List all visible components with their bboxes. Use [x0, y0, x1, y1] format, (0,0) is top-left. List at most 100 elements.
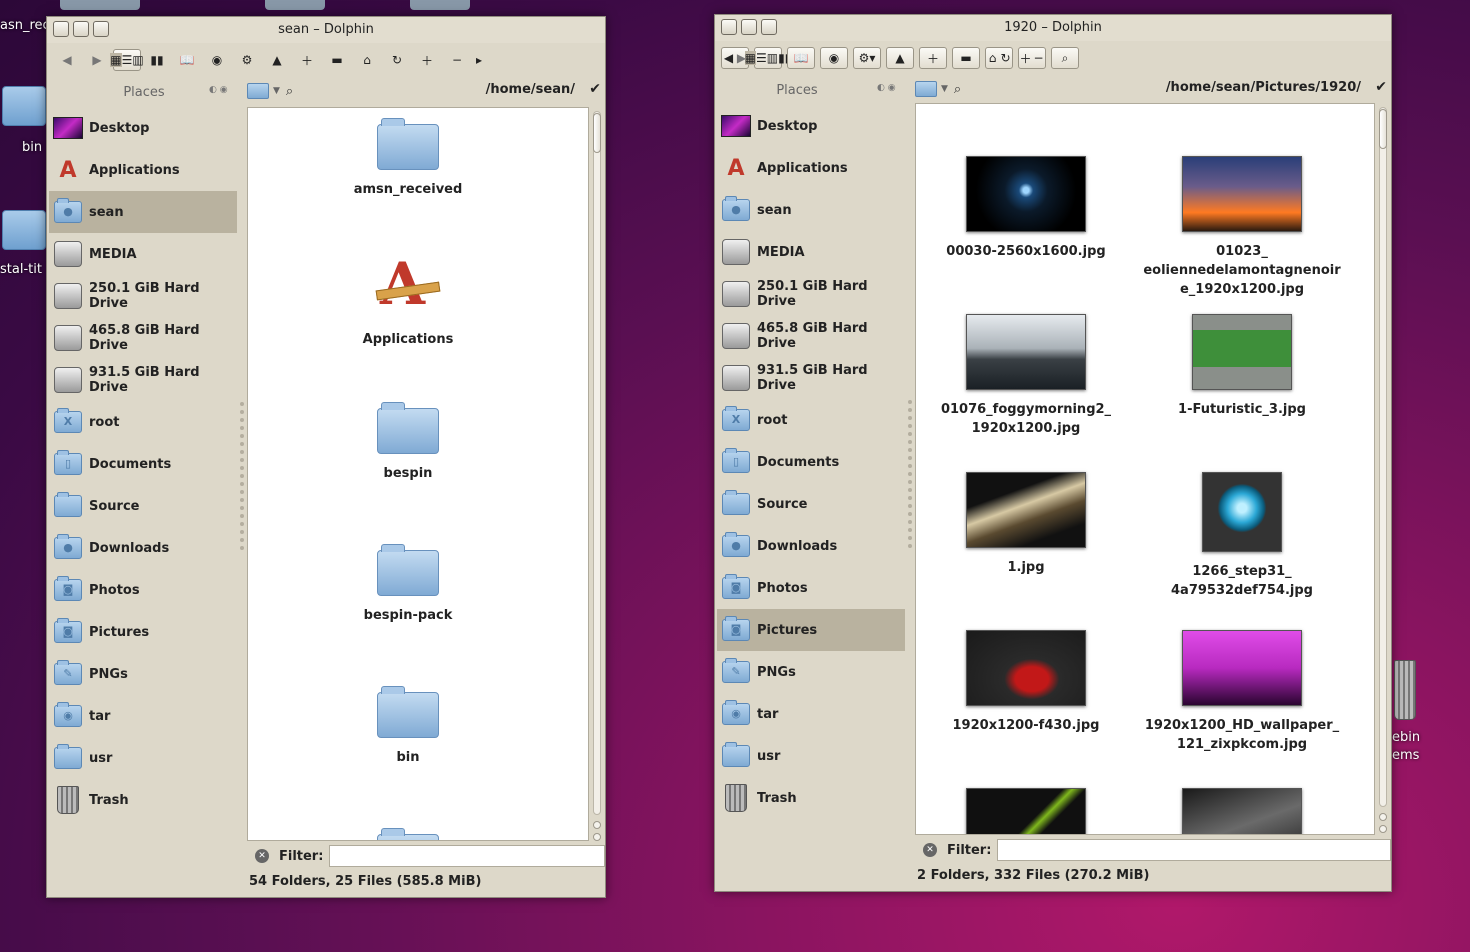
place-desktop[interactable]: Desktop	[717, 105, 905, 147]
home-icon[interactable]: ⌂	[986, 51, 999, 65]
place-applications[interactable]: A Applications	[717, 147, 905, 189]
place-root[interactable]: Xroot	[49, 401, 237, 443]
desktop-icon-label[interactable]: ebin	[1392, 730, 1420, 745]
titlebar[interactable]: sean – Dolphin	[47, 17, 605, 43]
place-downloads[interactable]: ● Downloads	[717, 525, 905, 567]
place-photos[interactable]: ◙ Photos	[49, 569, 237, 611]
up-icon[interactable]: ▲	[886, 47, 914, 69]
checkmark-icon[interactable]: ✔	[1375, 79, 1387, 95]
gear-icon[interactable]: ⚙▾	[853, 47, 881, 69]
forward-icon[interactable]: ▶	[83, 49, 111, 71]
location-path[interactable]: /home/sean/	[486, 82, 575, 97]
place-photos[interactable]: ◙ Photos	[717, 567, 905, 609]
thumbnail-item[interactable]: 1920x1200-f430.jpg	[926, 630, 1126, 735]
search-icon[interactable]: ⌕	[286, 84, 293, 99]
location-folder-icon[interactable]	[915, 81, 937, 97]
chevron-down-icon[interactable]: ▼	[273, 86, 280, 96]
scroll-down-icon[interactable]	[593, 833, 601, 841]
zoom-in-icon[interactable]: ＋	[413, 49, 441, 71]
place-trash[interactable]: Trash	[717, 777, 905, 819]
place-drive-465[interactable]: 465.8 GiB Hard Drive	[49, 317, 237, 359]
zoom-in-icon[interactable]: ＋	[1019, 50, 1032, 67]
place-downloads[interactable]: ● Downloads	[49, 527, 237, 569]
panel-splitter[interactable]	[908, 400, 912, 552]
book-icon[interactable]: 📖	[173, 49, 201, 71]
close-filter-icon[interactable]: ✕	[923, 843, 937, 857]
zoom-out-icon[interactable]: −	[443, 49, 471, 71]
home-icon[interactable]: ⌂	[353, 49, 381, 71]
back-icon[interactable]: ◀	[53, 49, 81, 71]
split-icon[interactable]: ▮▮	[143, 49, 171, 71]
place-tar[interactable]: ◉ tar	[49, 695, 237, 737]
reload-icon[interactable]: ↻	[383, 49, 411, 71]
thumbnail-item[interactable]: 1-Futuristic_3.jpg	[1142, 314, 1342, 419]
place-sean[interactable]: ● sean	[717, 189, 905, 231]
place-usr[interactable]: usr	[717, 735, 905, 777]
location-folder-icon[interactable]	[247, 83, 269, 99]
place-pictures[interactable]: ◙ Pictures	[717, 609, 905, 651]
desktop-folder-icon[interactable]	[2, 210, 46, 250]
place-pictures[interactable]: ◙ Pictures	[49, 611, 237, 653]
desktop-icon-label[interactable]: bin	[22, 140, 42, 155]
file-view[interactable]: amsn_received A Applications bespin besp…	[247, 107, 589, 841]
file-item[interactable]: bespin-pack	[308, 544, 508, 625]
toolbar-overflow-icon[interactable]: ▸	[473, 49, 485, 71]
up-icon[interactable]: ▲	[263, 49, 291, 71]
thumbnail-item[interactable]: 00030-2560x1600.jpg	[926, 156, 1126, 261]
panel-splitter[interactable]	[240, 402, 244, 554]
file-item[interactable]: amsn_received	[308, 118, 508, 199]
icons-view-icon[interactable]: ▦	[744, 51, 757, 65]
place-drive-931[interactable]: 931.5 GiB Hard Drive	[49, 359, 237, 401]
place-sean[interactable]: ● sean	[49, 191, 237, 233]
preview-eye-icon[interactable]: ◉	[203, 49, 231, 71]
file-item[interactable]: A Applications	[308, 254, 508, 349]
filter-input[interactable]	[997, 839, 1391, 861]
search-icon[interactable]: ⌕	[954, 82, 961, 97]
preview-eye-icon[interactable]: ◉	[820, 47, 848, 69]
desktop-icon-label[interactable]: ems	[1392, 748, 1419, 763]
place-applications[interactable]: A Applications	[49, 149, 237, 191]
place-documents[interactable]: ▯ Documents	[717, 441, 905, 483]
chevron-down-icon[interactable]: ▼	[941, 84, 948, 94]
terminal-icon[interactable]: ▬	[952, 47, 980, 69]
scroll-up-icon[interactable]	[1379, 813, 1387, 821]
place-drive-250[interactable]: 250.1 GiB Hard Drive	[49, 275, 237, 317]
places-panel-controls-icon[interactable]: ◐ ◉	[877, 83, 896, 93]
scroll-up-icon[interactable]	[593, 821, 601, 829]
place-drive-931[interactable]: 931.5 GiB Hard Drive	[717, 357, 905, 399]
vertical-scrollbar[interactable]	[1377, 103, 1389, 837]
desktop-folder-icon[interactable]	[2, 86, 46, 126]
checkmark-icon[interactable]: ✔	[589, 81, 601, 97]
back-icon[interactable]: ◀	[722, 51, 735, 65]
desktop-trash-icon[interactable]	[1394, 660, 1416, 720]
place-media[interactable]: MEDIA	[49, 233, 237, 275]
place-documents[interactable]: ▯ Documents	[49, 443, 237, 485]
place-pngs[interactable]: ✎ PNGs	[49, 653, 237, 695]
file-item[interactable]	[308, 828, 508, 840]
columns-view-icon[interactable]: ▥	[767, 51, 778, 65]
scrollbar-thumb[interactable]	[1379, 109, 1387, 149]
place-usr[interactable]: usr	[49, 737, 237, 779]
place-drive-250[interactable]: 250.1 GiB Hard Drive	[717, 273, 905, 315]
titlebar[interactable]: 1920 – Dolphin	[715, 15, 1391, 41]
new-folder-icon[interactable]: ＋	[919, 47, 947, 69]
place-desktop[interactable]: Desktop	[49, 107, 237, 149]
reload-icon[interactable]: ↻	[999, 51, 1012, 65]
scroll-down-icon[interactable]	[1379, 825, 1387, 833]
filter-input[interactable]	[329, 845, 605, 867]
vertical-scrollbar[interactable]	[591, 107, 603, 845]
thumbnail-item[interactable]: 1266_step31_ 4a79532def754.jpg	[1142, 472, 1342, 600]
new-folder-icon[interactable]: ＋	[293, 49, 321, 71]
book-icon[interactable]: 📖	[787, 47, 815, 69]
close-filter-icon[interactable]: ✕	[255, 849, 269, 863]
file-item[interactable]: bespin	[308, 402, 508, 483]
search-icon[interactable]: ⌕	[1051, 47, 1079, 69]
place-source[interactable]: Source	[717, 483, 905, 525]
terminal-icon[interactable]: ▬	[323, 49, 351, 71]
details-view-icon[interactable]: ☰	[122, 53, 133, 67]
desktop-icon-label[interactable]: asn_rec	[0, 18, 50, 33]
thumbnail-item[interactable]	[1142, 788, 1342, 834]
scrollbar-track[interactable]	[1379, 107, 1387, 807]
thumbnail-item[interactable]: 01023_ eoliennedelamontagnenoir e_1920x1…	[1142, 156, 1342, 299]
place-tar[interactable]: ◉ tar	[717, 693, 905, 735]
